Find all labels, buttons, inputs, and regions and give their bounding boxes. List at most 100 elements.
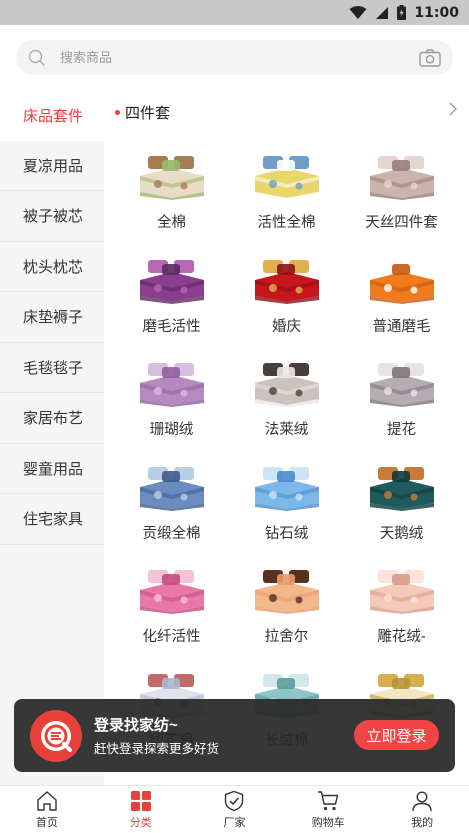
sidebar-item-summer[interactable]: 夏凉用品 (0, 141, 104, 191)
product-label: 法莱绒 (264, 422, 309, 438)
login-subtitle: 赶快登录探索更多好货 (94, 742, 220, 756)
product-label: 贡缎全棉 (142, 525, 201, 542)
product-label: 天丝四件套 (365, 215, 438, 231)
product-item[interactable]: 婚庆 (229, 238, 344, 342)
tab-label: 分类 (129, 816, 152, 829)
search-icon (28, 49, 45, 66)
product-image (139, 156, 204, 200)
app-logo-icon (30, 709, 82, 762)
product-image (369, 363, 434, 407)
battery-icon (397, 5, 407, 20)
product-item[interactable]: 磨毛活性 (114, 238, 229, 342)
tab-category[interactable]: 分类 (94, 786, 188, 833)
signal-icon (375, 6, 389, 20)
product-item[interactable]: 化纤活性 (114, 548, 229, 652)
chevron-right-icon[interactable] (449, 102, 457, 116)
category-content: 四件套 全棉 活性全棉 天丝四件套磨毛活性 婚庆 普通磨毛珊瑚绒 法莱绒 提花贡缎全棉 钻石绒… (104, 90, 469, 785)
section-title: 四件套 (125, 104, 171, 122)
product-image (139, 259, 204, 304)
product-item[interactable]: 天鹅绒 (344, 445, 459, 549)
product-image (369, 156, 434, 200)
login-banner[interactable]: 登录找家纺~ 赶快登录探索更多好货 立即登录 (14, 699, 455, 772)
wifi-icon (349, 5, 367, 20)
product-image (254, 570, 319, 614)
sidebar-item-label: 住宅家具 (23, 511, 84, 529)
tab-label: 购物车 (311, 816, 345, 829)
product-item[interactable]: 雕花绒- (344, 548, 459, 652)
sidebar-item-furniture[interactable]: 住宅家具 (0, 494, 104, 545)
product-label: 婚庆 (272, 318, 301, 335)
product-label: 普通磨毛 (372, 318, 431, 335)
product-label: 活性全棉 (257, 215, 316, 231)
product-image (254, 259, 319, 304)
status-bar: 11:00 (0, 0, 469, 25)
product-item[interactable]: 全棉 (114, 134, 229, 238)
product-image (369, 466, 434, 511)
sidebar-item-label: 婴童用品 (23, 460, 84, 478)
category-icon (130, 790, 151, 811)
tab-cart[interactable]: 购物车 (281, 786, 375, 833)
tab-label: 首页 (35, 816, 58, 829)
product-label: 拉舍尔 (264, 629, 309, 645)
product-image (254, 156, 319, 200)
login-title: 登录找家纺~ (94, 717, 178, 734)
tab-label: 我的 (411, 816, 434, 829)
search-input[interactable] (60, 50, 419, 65)
sidebar-item-label: 毛毯毯子 (23, 359, 84, 377)
product-item[interactable]: 拉舍尔 (229, 548, 344, 652)
product-item[interactable]: 法莱绒 (229, 341, 344, 445)
sidebar-item-mattress[interactable]: 床垫褥子 (0, 292, 104, 343)
product-label: 全棉 (157, 215, 186, 231)
profile-icon (412, 790, 432, 811)
home-icon (37, 790, 57, 811)
search-box[interactable] (16, 40, 453, 75)
product-item[interactable]: 贡缎全棉 (114, 445, 229, 549)
product-label: 化纤活性 (142, 629, 201, 645)
product-item[interactable]: 珊瑚绒 (114, 341, 229, 445)
sidebar-item-bedding-sets[interactable]: 床品套件 (0, 90, 104, 141)
tab-profile[interactable]: 我的 (375, 786, 469, 833)
category-sidebar: 床品套件 夏凉用品 被子被芯 枕头枕芯 床垫褥子 毛毯毯子 家居布艺 婴童用品 … (0, 90, 104, 785)
sidebar-item-label: 被子被芯 (23, 208, 84, 226)
sidebar-item-quilts[interactable]: 被子被芯 (0, 191, 104, 242)
product-label: 天鹅绒 (379, 525, 424, 542)
search-bar (0, 25, 469, 88)
product-image (139, 363, 204, 407)
product-item[interactable]: 普通磨毛 (344, 238, 459, 342)
tab-manufacturer[interactable]: 厂家 (188, 786, 282, 833)
sidebar-item-pillows[interactable]: 枕头枕芯 (0, 242, 104, 292)
product-label: 雕花绒- (377, 629, 426, 645)
sidebar-item-home-fabric[interactable]: 家居布艺 (0, 393, 104, 444)
status-time: 11:00 (414, 4, 459, 21)
bottom-tab-bar: 首页 分类 厂家 购物车 我的 (0, 785, 469, 833)
shield-icon (225, 790, 244, 811)
product-image (139, 466, 204, 511)
product-image (254, 466, 319, 511)
product-image (369, 259, 434, 304)
product-image (369, 570, 434, 614)
product-item[interactable]: 提花 (344, 341, 459, 445)
product-grid: 全棉 活性全棉 天丝四件套磨毛活性 婚庆 普通磨毛珊瑚绒 法莱绒 提花贡缎全棉 钻石绒 天鹅绒化… (104, 134, 469, 755)
product-item[interactable]: 天丝四件套 (344, 134, 459, 238)
tab-label: 厂家 (223, 816, 246, 829)
product-item[interactable]: 活性全棉 (229, 134, 344, 238)
sidebar-item-label: 枕头枕芯 (23, 258, 84, 276)
product-image (254, 363, 319, 407)
login-button[interactable]: 立即登录 (354, 720, 439, 750)
sidebar-item-baby[interactable]: 婴童用品 (0, 444, 104, 494)
sidebar-item-label: 床品套件 (23, 107, 84, 125)
product-item[interactable]: 钻石绒 (229, 445, 344, 549)
section-dot (115, 109, 120, 115)
tab-home[interactable]: 首页 (0, 786, 94, 833)
sidebar-item-blankets[interactable]: 毛毯毯子 (0, 343, 104, 393)
product-label: 磨毛活性 (142, 318, 201, 335)
product-label: 珊瑚绒 (149, 422, 194, 438)
product-label: 提花 (387, 422, 416, 438)
product-image (139, 570, 204, 614)
product-label: 钻石绒 (264, 525, 309, 542)
section-header[interactable]: 四件套 (104, 90, 469, 134)
cart-icon (318, 790, 339, 810)
camera-icon[interactable] (419, 48, 441, 67)
sidebar-item-label: 家居布艺 (23, 410, 84, 428)
sidebar-item-label: 夏凉用品 (23, 157, 84, 175)
